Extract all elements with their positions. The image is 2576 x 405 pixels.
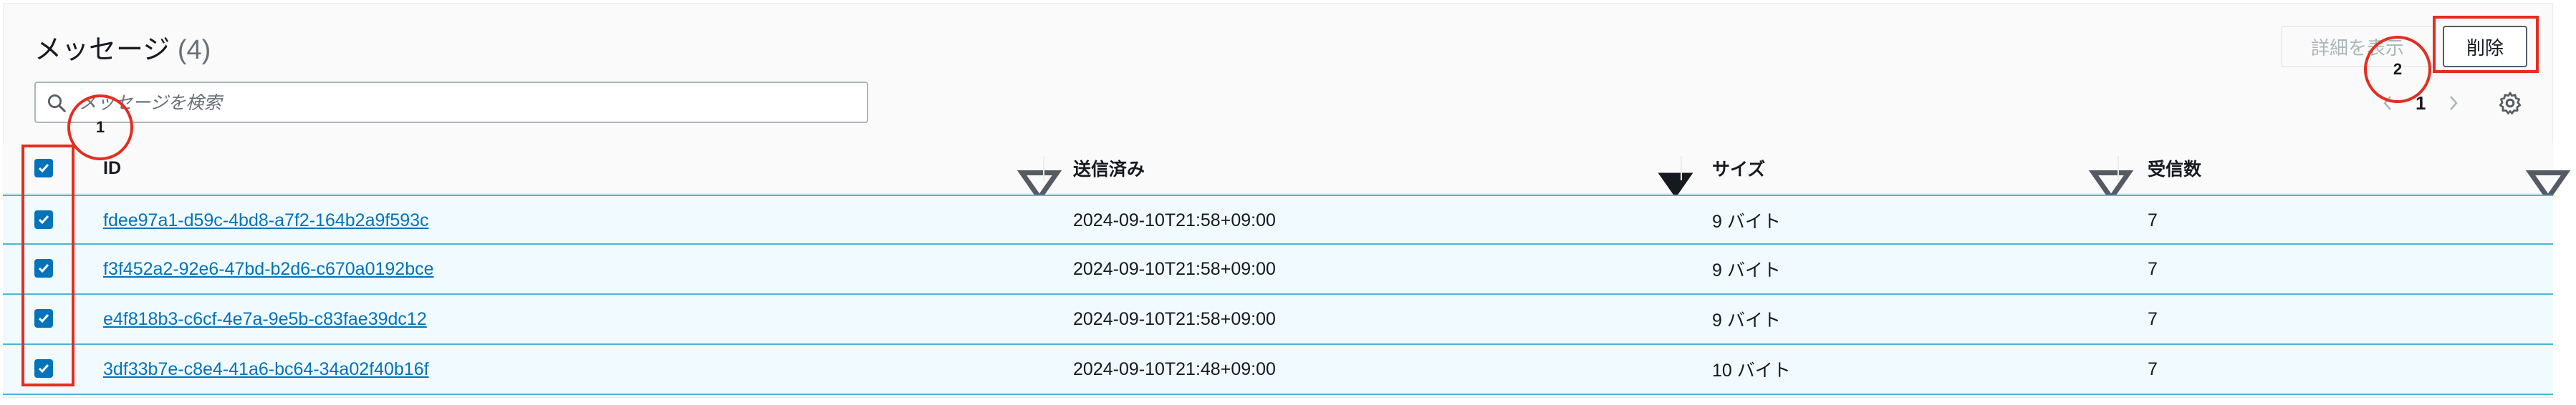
message-id-cell[interactable]: 3df33b7e-c8e4-41a6-bc64-34a02f40b16f [103, 345, 429, 394]
search-box [34, 82, 868, 123]
size-cell: 9 バイト [1712, 212, 1781, 232]
received-count-cell: 7 [2148, 258, 2158, 279]
message-id-cell[interactable]: fdee97a1-d59c-4bd8-a7f2-164b2a9f593c [103, 196, 429, 245]
column-divider[interactable] [1043, 156, 1044, 180]
table-row[interactable]: fdee97a1-d59c-4bd8-a7f2-164b2a9f593c 202… [3, 195, 2553, 245]
received-count-cell: 7 [2148, 308, 2158, 329]
sent-cell: 2024-09-10T21:58+09:00 [1073, 210, 1276, 230]
received-count-cell: 7 [2148, 210, 2158, 230]
column-header-label: 受信数 [2148, 160, 2202, 180]
annotation-marker-1: 1 [67, 94, 133, 160]
table-row[interactable]: f3f452a2-92e6-47bd-b2d6-c670a0192bce 202… [3, 245, 2553, 295]
column-header-received[interactable]: 受信数 [2148, 143, 2201, 193]
column-header-size[interactable]: サイズ [1712, 143, 1765, 193]
next-page-icon[interactable] [2443, 90, 2464, 116]
message-id-link[interactable]: e4f818b3-c6cf-4e7a-9e5b-c83fae39dc12 [103, 309, 427, 330]
annotation-checkbox-highlight [21, 145, 75, 386]
annotation-delete-highlight [2433, 16, 2539, 73]
message-id-link[interactable]: fdee97a1-d59c-4bd8-a7f2-164b2a9f593c [103, 210, 429, 231]
annotation-number: 1 [95, 118, 105, 136]
message-id-cell[interactable]: f3f452a2-92e6-47bd-b2d6-c670a0192bce [103, 245, 434, 293]
annotation-marker-2: 2 [2364, 36, 2431, 103]
sent-cell: 2024-09-10T21:58+09:00 [1073, 308, 1276, 329]
received-count-cell: 7 [2148, 358, 2158, 379]
gear-icon[interactable] [2497, 90, 2523, 116]
message-id-link[interactable]: f3f452a2-92e6-47bd-b2d6-c670a0192bce [103, 259, 434, 280]
page-title-text: メッセージ [34, 35, 170, 65]
size-cell: 9 バイト [1712, 311, 1781, 331]
sent-cell: 2024-09-10T21:48+09:00 [1073, 358, 1276, 379]
search-icon [48, 94, 66, 112]
column-divider[interactable] [2118, 156, 2119, 180]
size-cell: 10 バイト [1712, 361, 1791, 381]
column-divider[interactable] [1681, 156, 1682, 180]
size-cell: 9 バイト [1712, 260, 1781, 280]
search-input[interactable] [77, 83, 854, 123]
sent-cell: 2024-09-10T21:58+09:00 [1073, 258, 1276, 279]
table-row[interactable]: e4f818b3-c6cf-4e7a-9e5b-c83fae39dc12 202… [3, 295, 2553, 345]
column-header-sent[interactable]: 送信済み [1073, 143, 1145, 193]
message-id-cell[interactable]: e4f818b3-c6cf-4e7a-9e5b-c83fae39dc12 [103, 295, 427, 343]
column-header-label: 送信済み [1073, 160, 1145, 180]
column-header-label: ID [103, 157, 121, 178]
message-id-link[interactable]: 3df33b7e-c8e4-41a6-bc64-34a02f40b16f [103, 359, 429, 380]
column-header-label: サイズ [1712, 160, 1766, 180]
table-header: ID 送信済み サイズ 受信数 [3, 143, 2571, 202]
message-count: (4) [177, 35, 211, 65]
annotation-number: 2 [2393, 60, 2403, 78]
page-title: メッセージ (4) [34, 27, 211, 67]
table-row[interactable]: 3df33b7e-c8e4-41a6-bc64-34a02f40b16f 202… [3, 345, 2553, 395]
